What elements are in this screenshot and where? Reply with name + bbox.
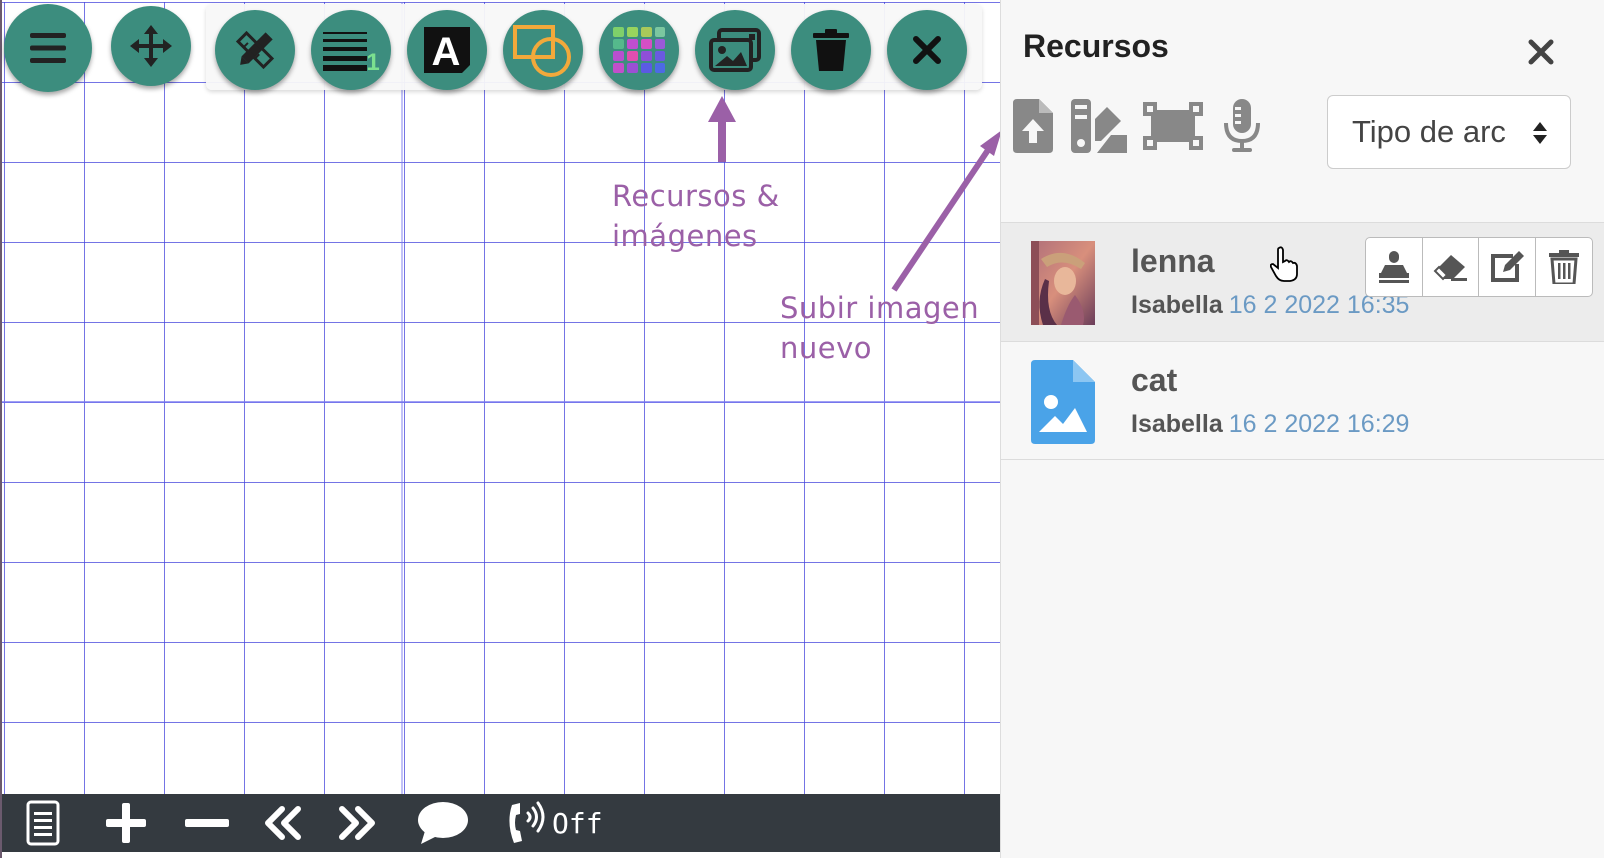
close-icon [913,36,941,64]
upload-file-button[interactable] [1013,96,1053,156]
delete-resource-button[interactable] [1536,238,1593,296]
select-arrows-icon [1533,122,1547,144]
text-button[interactable]: A [407,10,487,90]
file-upload-icon [1013,99,1053,153]
upload-annotation: Subir imagen nuevo [780,288,979,368]
move-button[interactable] [111,6,191,86]
file-type-select-value: Tipo de arc [1352,114,1506,149]
resource-name: lenna [1131,243,1215,279]
stamp-button[interactable] [1366,238,1423,296]
shapes-icon [513,25,571,77]
text-icon-letter: A [432,30,461,73]
eraser-icon [1433,255,1468,281]
resource-name: cat [1131,362,1178,398]
pencil-ruler-icon [235,30,275,70]
delete-button[interactable] [791,10,871,90]
double-left-icon [265,806,301,840]
crop-icon [1143,102,1203,150]
resource-date: 16 2 2022 16:29 [1228,410,1410,438]
grid-major-vertical [401,2,403,794]
edit-button[interactable] [1479,238,1536,296]
previous-page-button[interactable] [260,794,306,852]
chat-icon [418,802,468,844]
resource-meta: Isabella 16 2 2022 16:29 [1131,410,1409,439]
resource-actions [1365,237,1593,297]
microphone-icon [1224,99,1260,152]
window-edge [0,0,2,858]
resource-owner: Isabella [1131,410,1223,438]
record-audio-button[interactable] [1223,96,1261,156]
bottom-toolbar: Off [2,794,1000,852]
panel-close-button[interactable] [1523,34,1559,70]
times-icon [1528,39,1554,65]
erase-button[interactable] [1423,238,1479,296]
image-file-icon [1031,360,1095,444]
resources-list: lenna Isabella 16 2 2022 16:35 cat Isabe… [1001,222,1604,460]
menu-icon [30,33,66,63]
drawing-canvas[interactable] [2,2,1000,794]
crop-button[interactable] [1143,96,1203,156]
add-page-button[interactable] [102,794,150,852]
draw-tools-button[interactable] [215,10,295,90]
double-right-icon [339,806,375,840]
resources-annotation-line2: imágenes [612,219,758,253]
minus-icon [185,819,229,827]
list-item[interactable]: lenna Isabella 16 2 2022 16:35 [1001,222,1604,341]
upload-annotation-line1: Subir imagen [780,291,980,325]
grid-major-horizontal [2,401,1000,403]
page-button[interactable] [22,794,64,852]
photo-thumbnail [1031,241,1095,325]
upload-annotation-line2: nuevo [780,331,873,365]
menu-button[interactable] [4,4,92,92]
color-grid-button[interactable] [599,10,679,90]
swatch-button[interactable] [1071,96,1127,156]
swatchbook-icon [1071,99,1127,153]
file-type-select[interactable]: Tipo de arc [1327,95,1571,169]
color-grid-icon [613,27,665,73]
call-status: Off [552,806,603,840]
next-page-button[interactable] [334,794,380,852]
page-icon [26,800,60,846]
chat-button[interactable] [416,794,470,852]
images-button[interactable] [695,10,775,90]
resources-annotation: Recursos & imágenes [612,176,780,256]
line-width-icon: 1 [323,32,380,72]
trash-icon [813,29,849,71]
close-button[interactable] [887,10,967,90]
resources-annotation-line1: Recursos & [612,179,780,213]
call-toggle[interactable]: Off [506,794,616,852]
resource-owner: Isabella [1131,291,1223,319]
trash-icon [1548,250,1579,284]
text-icon: A [424,27,470,73]
plus-icon [106,803,146,843]
phone-volume-icon [509,801,545,843]
images-icon [709,28,761,72]
line-width-button[interactable]: 1 [311,10,391,90]
shapes-button[interactable] [503,10,583,90]
remove-page-button[interactable] [184,794,230,852]
line-width-value: 1 [366,49,379,72]
edit-icon [1490,251,1524,282]
panel-title: Recursos [1023,28,1169,64]
list-item[interactable]: cat Isabella 16 2 2022 16:29 [1001,341,1604,460]
move-icon [130,25,172,67]
stamp-icon [1378,251,1409,283]
resources-panel: Recursos Tipo de arc lenna Isabella 16 2… [1000,0,1604,858]
